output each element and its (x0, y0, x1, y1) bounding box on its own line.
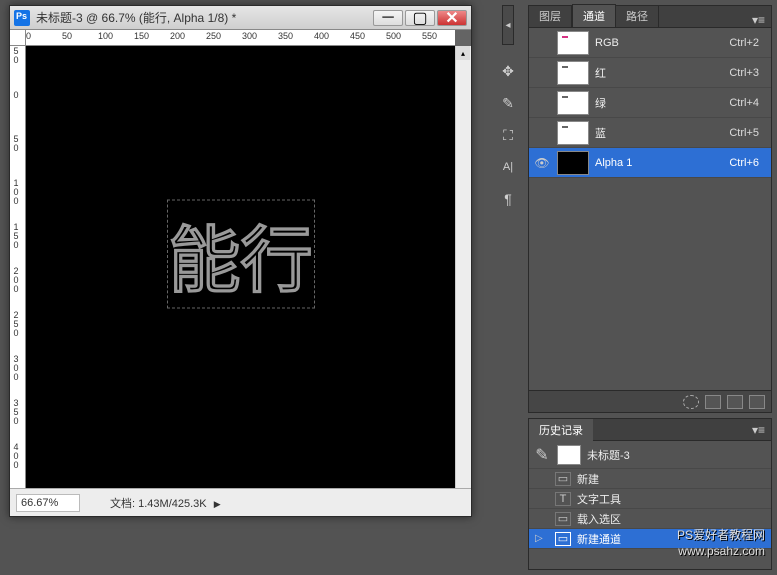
channel-thumb (557, 61, 589, 85)
channel-name: 蓝 (595, 125, 729, 141)
status-arrow-icon[interactable]: ▶ (214, 499, 221, 509)
channel-row[interactable]: 红Ctrl+3 (529, 58, 771, 88)
history-step-name: 载入选区 (577, 511, 621, 527)
vertical-ruler[interactable]: 50050100150200250300350400 (10, 46, 26, 488)
new-channel-icon[interactable] (727, 395, 743, 409)
history-item[interactable]: ▷ ▭ 新建通道 (529, 529, 771, 549)
channel-thumb (557, 31, 589, 55)
save-selection-icon[interactable] (705, 395, 721, 409)
channel-shortcut: Ctrl+5 (729, 127, 767, 139)
minimize-button[interactable]: ─ (373, 10, 403, 26)
channel-thumb (557, 91, 589, 115)
vertical-scrollbar[interactable]: ▴ (455, 46, 471, 488)
channel-shortcut: Ctrl+4 (729, 97, 767, 109)
visibility-toggle[interactable]: 👁 (533, 156, 551, 170)
history-step-name: 新建 (577, 471, 599, 487)
history-panel: 历史记录 ▾≡ ✎ 未标题-3 ▭ 新建 T 文字工具 ▭ 载入选区 ▷ ▭ 新建通道 (528, 418, 772, 570)
canvas-selection-text: 能行 (168, 201, 312, 306)
channel-row[interactable]: 蓝Ctrl+5 (529, 118, 771, 148)
history-brush-icon[interactable]: ✎ (533, 445, 551, 465)
channels-panel: 图层 通道 路径 ▾≡ RGBCtrl+2红Ctrl+3绿Ctrl+4蓝Ctrl… (528, 5, 772, 413)
snapshot-thumb (557, 445, 581, 465)
ps-icon (14, 10, 30, 26)
tab-paths[interactable]: 路径 (616, 5, 659, 27)
document-title: 未标题-3 @ 66.7% (能行, Alpha 1/8) * (36, 9, 371, 26)
panel-menu-icon[interactable]: ▾≡ (746, 13, 771, 27)
channel-name: RGB (595, 37, 729, 49)
maximize-button[interactable]: ▢ (405, 10, 435, 26)
history-list: ▭ 新建 T 文字工具 ▭ 载入选区 ▷ ▭ 新建通道 (529, 469, 771, 549)
channel-shortcut: Ctrl+3 (729, 67, 767, 79)
history-title[interactable]: 历史记录 (529, 419, 593, 441)
character-panel-icon[interactable]: A| (497, 157, 519, 177)
close-button[interactable]: ✕ (437, 10, 467, 26)
history-header: 历史记录 ▾≡ (529, 419, 771, 441)
document-window: 未标题-3 @ 66.7% (能行, Alpha 1/8) * ─ ▢ ✕ 05… (9, 5, 472, 517)
zoom-input[interactable]: 66.67% (16, 494, 80, 512)
channel-thumb (557, 151, 589, 175)
status-label: 文档: 1.43M/425.3K ▶ (86, 495, 221, 511)
channel-row[interactable]: RGBCtrl+2 (529, 28, 771, 58)
history-item[interactable]: ▭ 载入选区 (529, 509, 771, 529)
stamp-icon[interactable]: ⛶ (497, 125, 519, 145)
canvas[interactable]: 能行 (26, 46, 455, 488)
snapshot-row[interactable]: ✎ 未标题-3 (529, 441, 771, 469)
history-step-name: 文字工具 (577, 491, 621, 507)
history-step-name: 新建通道 (577, 531, 621, 547)
delete-channel-icon[interactable] (749, 395, 765, 409)
titlebar[interactable]: 未标题-3 @ 66.7% (能行, Alpha 1/8) * ─ ▢ ✕ (10, 6, 471, 30)
history-item[interactable]: T 文字工具 (529, 489, 771, 509)
history-item[interactable]: ▭ 新建 (529, 469, 771, 489)
history-step-icon: T (555, 492, 571, 506)
tab-channels[interactable]: 通道 (572, 4, 616, 27)
channels-footer (529, 390, 771, 412)
load-selection-icon[interactable] (683, 395, 699, 409)
paragraph-panel-icon[interactable]: ¶ (497, 189, 519, 209)
channel-list: RGBCtrl+2红Ctrl+3绿Ctrl+4蓝Ctrl+5👁Alpha 1Ct… (529, 28, 771, 388)
channel-name: Alpha 1 (595, 157, 729, 169)
channel-row[interactable]: 绿Ctrl+4 (529, 88, 771, 118)
panel-tabs: 图层 通道 路径 ▾≡ (529, 6, 771, 28)
collapse-panels-button[interactable]: ◂ (502, 5, 514, 45)
history-step-icon: ▭ (555, 532, 571, 546)
channel-name: 红 (595, 65, 729, 81)
channel-shortcut: Ctrl+2 (729, 37, 767, 49)
history-step-icon: ▭ (555, 512, 571, 526)
channel-name: 绿 (595, 95, 729, 111)
channel-thumb (557, 121, 589, 145)
channel-shortcut: Ctrl+6 (729, 157, 767, 169)
channel-row[interactable]: 👁 Alpha 1Ctrl+6 (529, 148, 771, 178)
scroll-up-icon[interactable]: ▴ (456, 46, 470, 60)
horizontal-ruler[interactable]: 050100150200250300350400450500550 (26, 30, 455, 46)
move-tool-icon[interactable]: ✥ (497, 61, 519, 81)
history-menu-icon[interactable]: ▾≡ (746, 423, 771, 437)
ruler-origin[interactable] (10, 30, 26, 46)
history-current-icon: ▷ (535, 533, 545, 544)
brush-icon[interactable]: ✎ (497, 93, 519, 113)
tab-layers[interactable]: 图层 (529, 5, 572, 27)
history-step-icon: ▭ (555, 472, 571, 486)
status-bar: 66.67% 文档: 1.43M/425.3K ▶ (10, 488, 471, 516)
tool-strip: ◂ ✥ ✎ ⛶ A| ¶ (496, 5, 520, 209)
snapshot-name: 未标题-3 (587, 447, 630, 463)
